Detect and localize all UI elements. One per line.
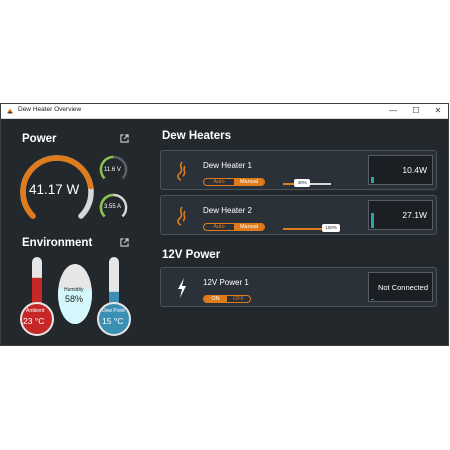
window-title: Dew Heater Overview xyxy=(18,106,82,113)
12v-power-title: 12V Power xyxy=(162,249,221,261)
title-bar: Dew Heater Overview — ☐ ✕ xyxy=(1,104,448,119)
maximize-button[interactable]: ☐ xyxy=(407,104,425,118)
mode-manual-option[interactable]: Manual xyxy=(234,179,264,185)
dew-point-value: 15 °C xyxy=(102,316,124,326)
chart-bar xyxy=(371,299,374,300)
ambient-value: 23 °C xyxy=(23,316,45,326)
dew-heater-1-slider-thumb[interactable]: 40% xyxy=(294,179,311,187)
12v-power-1-toggle[interactable]: ON OFF xyxy=(203,295,251,303)
power-on-option[interactable]: ON xyxy=(204,296,227,302)
dew-heater-2-chart: 27.1W xyxy=(368,200,433,230)
dew-heaters-title: Dew Heaters xyxy=(162,130,232,142)
external-link-icon[interactable] xyxy=(120,134,129,143)
app-icon xyxy=(6,108,14,114)
mode-auto-option[interactable]: Auto xyxy=(204,179,234,185)
humidity-label: Humidity xyxy=(64,287,84,293)
dew-heater-2-card: Dew Heater 2 Auto Manual 100% 27.1W xyxy=(160,195,437,235)
humidity-value: 58% xyxy=(65,294,84,304)
dew-heater-1-mode-toggle[interactable]: Auto Manual xyxy=(203,178,265,186)
chart-bar xyxy=(371,177,374,183)
external-link-icon[interactable] xyxy=(120,238,129,247)
dew-heater-2-slider-thumb[interactable]: 100% xyxy=(322,224,340,232)
dew-heater-1-chart: 10.4W xyxy=(368,155,433,185)
dew-heater-2-mode-toggle[interactable]: Auto Manual xyxy=(203,223,265,231)
power-off-option[interactable]: OFF xyxy=(227,296,250,302)
lightning-icon xyxy=(178,278,186,298)
power-watts: 41.17 W xyxy=(29,182,80,197)
power-current: 3.55 A xyxy=(104,204,122,210)
dew-heater-1-card: Dew Heater 1 Auto Manual 40% 10.4W xyxy=(160,150,437,190)
ambient-label: Ambient xyxy=(26,308,45,314)
app-window: Dew Heater Overview — ☐ ✕ Power 41.17 W … xyxy=(0,103,449,346)
12v-power-1-reading: Not Connected xyxy=(377,283,428,292)
environment-title: Environment xyxy=(22,237,93,249)
close-button[interactable]: ✕ xyxy=(429,104,447,118)
power-voltage: 11.6 V xyxy=(104,167,121,173)
12v-power-1-chart: Not Connected xyxy=(368,272,433,302)
mode-auto-option[interactable]: Auto xyxy=(204,224,234,230)
mode-manual-option[interactable]: Manual xyxy=(234,224,264,230)
12v-power-1-name: 12V Power 1 xyxy=(203,278,249,287)
dew-heater-2-name: Dew Heater 2 xyxy=(203,206,252,215)
dew-heater-1-name: Dew Heater 1 xyxy=(203,161,252,170)
flame-icon xyxy=(177,161,186,181)
minimize-button[interactable]: — xyxy=(384,104,402,118)
flame-icon xyxy=(177,206,186,226)
dew-heater-1-reading: 10.4W xyxy=(402,165,427,175)
dew-heater-2-reading: 27.1W xyxy=(402,210,427,220)
power-title: Power xyxy=(22,133,57,145)
12v-power-1-card: 12V Power 1 ON OFF Not Connected xyxy=(160,267,437,307)
chart-bar xyxy=(371,212,374,228)
dew-point-label: Dew Point xyxy=(102,308,125,314)
